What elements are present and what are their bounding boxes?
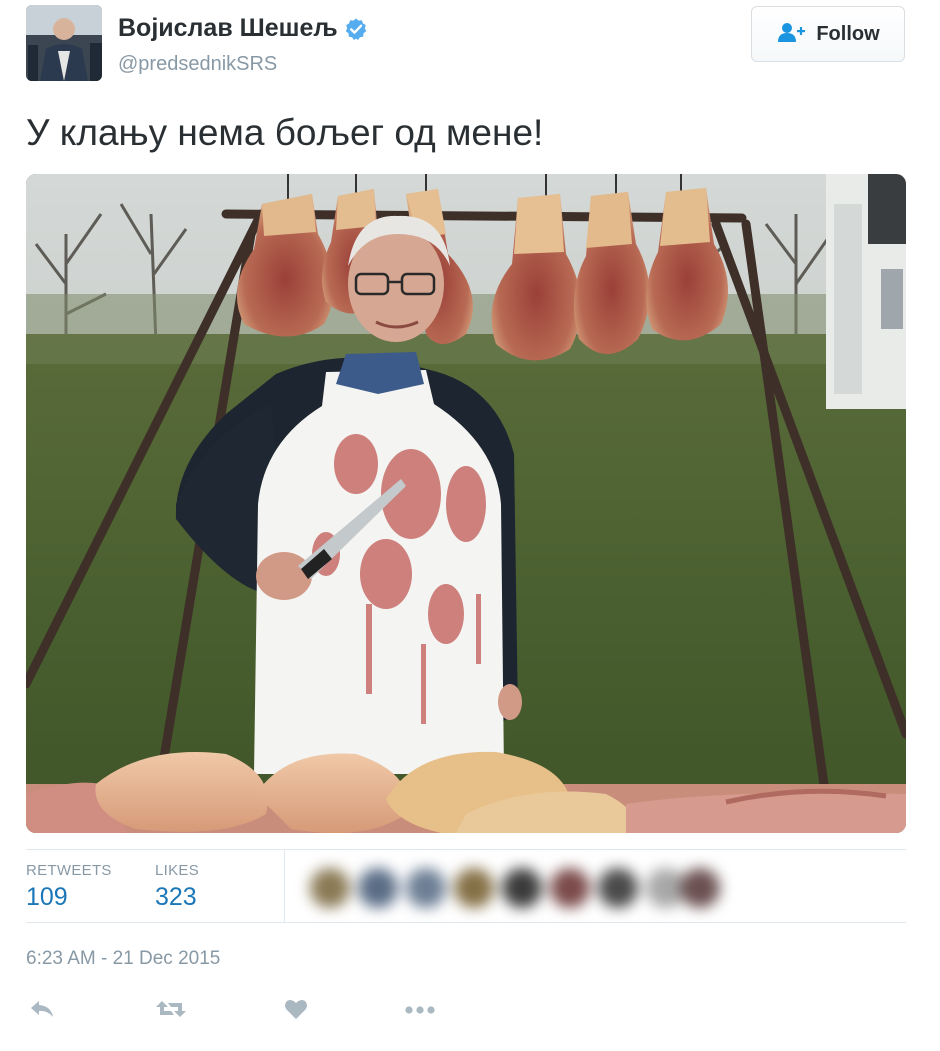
author-handle[interactable]: @predsednikSRS (118, 53, 277, 76)
liker-avatar[interactable] (406, 868, 446, 908)
liker-avatar[interactable] (454, 868, 494, 908)
liker-avatar[interactable] (550, 868, 590, 908)
author-name-row: Војислав Шешељ (118, 14, 368, 43)
retweet-icon (155, 998, 187, 1025)
reply-button[interactable] (26, 996, 58, 1026)
more-icon (404, 1002, 436, 1020)
likes-label: LIKES (155, 862, 200, 879)
follow-user-icon (776, 21, 806, 48)
heart-icon (284, 998, 308, 1025)
liker-avatar[interactable] (358, 868, 398, 908)
tweet-photo[interactable] (26, 174, 906, 833)
tweet-timestamp[interactable]: 6:23 AM - 21 Dec 2015 (26, 948, 220, 970)
tweet-card: Војислав Шешељ @predsednikSRS Follow У к… (0, 0, 940, 1051)
retweet-button[interactable] (154, 996, 188, 1026)
retweets-count: 109 (26, 883, 68, 911)
stats-divider-vertical (284, 850, 285, 922)
follow-button-label: Follow (816, 22, 880, 45)
author-display-name[interactable]: Војислав Шешељ (118, 14, 338, 43)
retweets-stat[interactable]: RETWEETS 109 (26, 862, 112, 912)
author-avatar[interactable] (26, 5, 102, 81)
retweets-label: RETWEETS (26, 862, 112, 879)
liker-avatar[interactable] (598, 868, 638, 908)
follow-button[interactable]: Follow (751, 6, 905, 62)
liker-avatar[interactable] (310, 868, 350, 908)
stats-divider-bottom (26, 922, 906, 923)
verified-badge-icon (344, 17, 368, 41)
stats-divider-top (26, 849, 906, 850)
reply-icon (29, 999, 55, 1024)
like-button[interactable] (280, 996, 312, 1026)
liker-avatars[interactable] (300, 858, 720, 916)
more-button[interactable] (404, 996, 436, 1026)
likes-count: 323 (155, 883, 197, 911)
liker-avatar[interactable] (680, 868, 720, 908)
liker-avatar[interactable] (502, 868, 542, 908)
tweet-text: У клању нема бољег од мене! (26, 112, 544, 153)
likes-stat[interactable]: LIKES 323 (155, 862, 199, 912)
